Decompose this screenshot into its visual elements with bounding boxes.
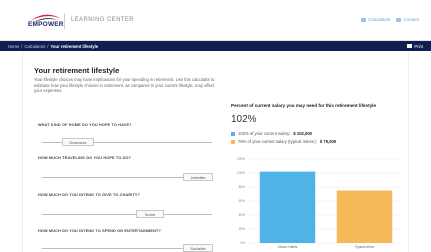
printer-icon	[407, 44, 413, 48]
breadcrumb-current: Your retirement lifestyle	[50, 43, 99, 49]
bar-typical	[336, 190, 393, 243]
travel-slider-thumb[interactable]: Jetsetter	[183, 173, 213, 181]
bar-current	[259, 171, 316, 243]
intro-text: Your lifestyle choices may have implicat…	[34, 77, 215, 94]
section-title: LEARNING CENTER	[71, 17, 135, 23]
legend-typical: 75% of your current salary (typical reti…	[231, 139, 336, 144]
y-tick-label: 20%	[239, 227, 246, 231]
big-percent: 102%	[231, 114, 257, 125]
legend-current-text: 102% of your current salary:	[238, 131, 291, 136]
question-travel: HOW MUCH TRAVELING DO YOU HOPE TO DO?	[38, 156, 132, 160]
calculators-link-label: Calculators	[367, 17, 391, 22]
header-divider	[64, 13, 65, 29]
breadcrumb-bar: Home / Calculators / Your retirement lif…	[0, 41, 431, 51]
legend-swatch-current	[231, 131, 235, 136]
calculators-link[interactable]: Calculators	[360, 17, 391, 22]
breadcrumb-calculators[interactable]: Calculators	[24, 44, 45, 49]
y-tick-label: 60%	[239, 199, 246, 203]
calculator-icon	[360, 17, 366, 22]
legend-current-amount: $ 102,000	[293, 131, 313, 136]
breadcrumb-separator: /	[21, 43, 23, 49]
entertainment-slider-thumb[interactable]: Sociable	[183, 244, 213, 252]
question-entertainment: HOW MUCH DO YOU INTEND TO SPEND ON ENTER…	[38, 229, 161, 233]
contact-icon	[396, 17, 402, 22]
question-home: WHAT KIND OF HOME DO YOU HOPE TO HAVE?	[38, 123, 132, 127]
logo-text: EMPOWER	[28, 21, 64, 28]
contact-link[interactable]: Contact	[396, 17, 419, 22]
y-tick-label: 80%	[239, 185, 246, 189]
y-tick-label: 120%	[237, 157, 245, 161]
legend-current: 102% of your current salary: $ 102,000	[231, 131, 312, 136]
y-tick-label: 0%	[240, 241, 245, 245]
empower-logo[interactable]: EMPOWER	[28, 11, 64, 31]
results-chart-svg: 0% 20% 40% 60% 80% 100% 120% Shown Habits Typica…	[237, 157, 403, 249]
contact-link-label: Contact	[403, 17, 419, 22]
legend-swatch-typical	[231, 139, 235, 144]
breadcrumb-home[interactable]: Home	[8, 44, 19, 49]
results-title: Percent of current salary you may need f…	[231, 103, 377, 108]
print-label: Print	[414, 43, 423, 49]
header-links: Calculators Contact	[360, 17, 419, 22]
charity-slider-track[interactable]	[42, 214, 212, 215]
y-tick-label: 100%	[237, 171, 245, 175]
print-button[interactable]: Print	[407, 44, 423, 49]
breadcrumb: Home / Calculators / Your retirement lif…	[8, 44, 98, 49]
charity-slider-thumb[interactable]: Some	[136, 210, 164, 218]
page-title: Your retirement lifestyle	[34, 66, 120, 75]
x-tick-label: Shown Habits	[278, 245, 298, 249]
question-charity: HOW MUCH DO YOU INTEND TO GIVE TO CHARIT…	[38, 193, 141, 197]
legend-typical-text: 75% of your current salary (typical reti…	[238, 139, 317, 144]
results-chart: 0% 20% 40% 60% 80% 100% 120% Shown Habits Typica…	[231, 155, 407, 252]
x-tick-label: Typical retiree	[355, 245, 375, 249]
breadcrumb-separator: /	[47, 43, 49, 49]
legend-typical-amount: $ 75,000	[319, 139, 337, 144]
home-slider-thumb[interactable]: Downsize	[62, 138, 94, 146]
top-header: EMPOWER LEARNING CENTER Calculators Cont…	[0, 0, 431, 41]
y-tick-label: 40%	[239, 213, 246, 217]
